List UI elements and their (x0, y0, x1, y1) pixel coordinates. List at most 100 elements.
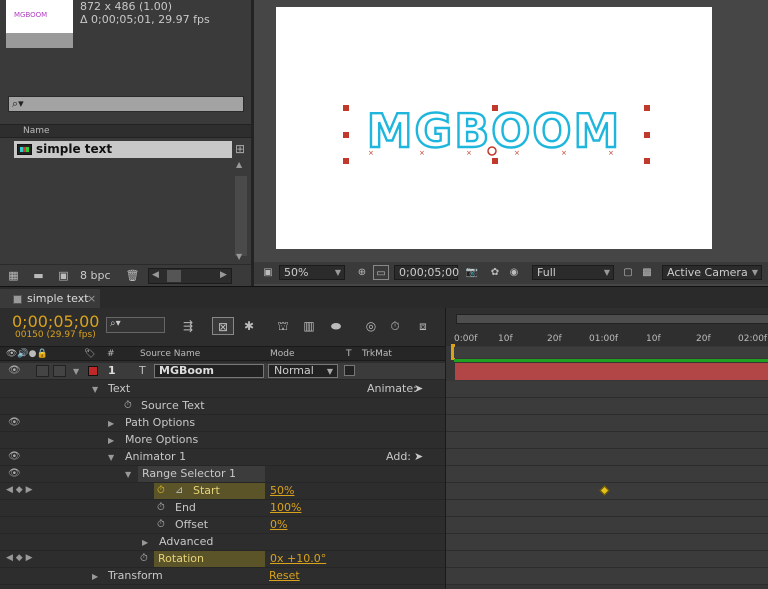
prop-row-end[interactable]: ⏱ End 100% (0, 500, 445, 517)
stopwatch-active-icon[interactable]: ⏱ (157, 485, 165, 496)
transform-reset-link[interactable]: Reset (269, 569, 300, 582)
timeline-search-input[interactable]: ⌕▾ (106, 317, 165, 333)
stopwatch-icon[interactable]: ⏱ (140, 553, 148, 564)
flowchart-icon[interactable]: ⊞ (235, 142, 249, 156)
brainstorm-icon[interactable]: ⬬ (325, 317, 347, 335)
time-ruler[interactable]: 0:00f 10f 20f 01:00f 10f 20f 02:00f (446, 308, 768, 360)
prop-row-path-options[interactable]: 👁 ▶ Path Options (0, 415, 445, 432)
stopwatch-icon[interactable]: ⏱ (124, 400, 132, 411)
trash-icon[interactable]: 🗑 (125, 270, 140, 282)
resolution-select[interactable]: Full ▼ (532, 265, 614, 280)
stopwatch-icon[interactable]: ⏱ (157, 502, 165, 513)
graph-icon[interactable]: ⊿ (175, 485, 183, 496)
project-item-composition[interactable]: simple text (14, 141, 232, 158)
prop-row-transform[interactable]: ▶ Transform Reset (0, 568, 445, 585)
expand-triangle-icon[interactable]: ▶ (142, 538, 148, 547)
prop-row-text[interactable]: ▼ Text Animate: ➤ (0, 381, 445, 398)
hide-shy-layers-icon[interactable]: ✱ (238, 317, 260, 335)
motion-blur-icon[interactable]: ▥ (298, 317, 320, 335)
stopwatch-icon[interactable]: ⏱ (157, 519, 165, 530)
draft-3d-icon[interactable]: ⊠ (212, 317, 234, 335)
blend-mode-select[interactable]: Normal ▼ (268, 364, 338, 378)
expand-triangle-icon[interactable]: ▼ (73, 367, 79, 376)
expand-triangle-icon[interactable]: ▼ (108, 453, 114, 462)
expand-triangle-icon[interactable]: ▼ (125, 470, 131, 479)
timeline-layer-panel: 0;00;05;00 00150 (29.97 fps) ⌕▾ ⇶ ⊠ ✱ ⛫ … (0, 308, 445, 589)
expand-triangle-icon[interactable]: ▶ (108, 436, 114, 445)
new-folder-icon[interactable]: ▬ (31, 270, 46, 282)
region-of-interest-icon[interactable]: ▢ (620, 265, 636, 280)
current-time-display[interactable]: 0;00;05;00 (394, 265, 459, 280)
close-icon[interactable]: × (87, 292, 96, 305)
prop-row-more-options[interactable]: ▶ More Options (0, 432, 445, 449)
eye-icon[interactable]: 👁 (8, 365, 21, 376)
interpret-footage-icon[interactable]: ▦ (6, 270, 21, 282)
transparency-grid-icon[interactable]: ▩ (639, 265, 655, 280)
layer-row-mgboom[interactable]: 👁 ▼ 1 T MGBoom Normal ▼ (0, 363, 445, 380)
timeline-current-time[interactable]: 0;00;05;00 (12, 312, 99, 331)
layer-duration-bar[interactable] (455, 363, 768, 380)
prop-end-value[interactable]: 100% (270, 501, 301, 514)
eye-icon[interactable]: 👁 (8, 468, 21, 479)
lock-toggle[interactable] (53, 365, 66, 377)
prop-row-start[interactable]: ◀ ◆ ▶ ⏱ ⊿ Start 50% (0, 483, 445, 500)
prop-row-offset[interactable]: ⏱ Offset 0% (0, 517, 445, 534)
play-circle-icon[interactable]: ➤ (414, 450, 423, 463)
time-navigator[interactable] (456, 314, 768, 324)
prop-rotation-value[interactable]: 0x +10.0° (270, 552, 326, 565)
scroll-left-icon[interactable]: ◀ (152, 270, 159, 280)
eye-icon[interactable]: 👁 (8, 451, 21, 462)
trkmat-box[interactable] (344, 365, 355, 376)
eye-icon[interactable]: 👁 (8, 417, 21, 428)
project-search-input[interactable]: ⌕▾ (8, 96, 244, 112)
prop-start-value[interactable]: 50% (270, 484, 294, 497)
prop-row-source-text[interactable]: ⏱ Source Text (0, 398, 445, 415)
text-layer-preview[interactable]: MGBOOM × × × × × × (276, 7, 712, 249)
scroll-track[interactable] (235, 176, 247, 256)
show-channel-icon[interactable]: ✿ (487, 265, 503, 280)
scroll-right-icon[interactable]: ▶ (220, 270, 227, 280)
expand-triangle-icon[interactable]: ▶ (108, 419, 114, 428)
play-circle-icon[interactable]: ➤ (414, 382, 423, 395)
frame-blending-icon[interactable]: ⛫ (272, 317, 294, 335)
always-preview-icon[interactable]: ▣ (260, 265, 276, 280)
layer-color-label[interactable] (88, 366, 98, 376)
layer-name-field[interactable]: MGBoom (154, 364, 264, 378)
bit-depth-button[interactable]: 8 bpc (80, 269, 111, 282)
column-mode[interactable]: Mode (270, 349, 295, 359)
project-scrollbar[interactable]: ⊞ ▲ ▼ (233, 140, 251, 264)
prop-row-range-selector[interactable]: 👁 ▼ Range Selector 1 (0, 466, 445, 483)
title-action-safe-icon[interactable]: ⊕ (354, 265, 370, 280)
prop-row-rotation[interactable]: ◀ ◆ ▶ ⏱ Rotation 0x +10.0° (0, 551, 445, 568)
work-area-bar[interactable] (454, 347, 768, 358)
stopwatch-icon[interactable]: ⏱ (384, 317, 406, 335)
new-composition-icon[interactable]: ▣ (56, 270, 71, 282)
live-update-icon[interactable]: ⧈ (412, 317, 434, 335)
keyframe-navigator-icon[interactable]: ◀ ◆ ▶ (6, 553, 33, 563)
magnification-select[interactable]: 50% ▼ (279, 265, 345, 280)
prop-offset-value[interactable]: 0% (270, 518, 287, 531)
expand-triangle-icon[interactable]: ▼ (92, 385, 98, 394)
scroll-up-icon[interactable]: ▲ (236, 160, 242, 169)
tab-simple-text[interactable]: simple text × (0, 289, 100, 309)
composition-canvas[interactable]: MGBOOM × × × × × × (276, 7, 712, 249)
composition-mini-flowchart-icon[interactable]: ⇶ (177, 317, 199, 335)
graph-editor-icon[interactable]: ◎ (360, 317, 382, 335)
camera-select[interactable]: Active Camera ▼ (662, 265, 762, 280)
column-source-name[interactable]: Source Name (140, 349, 200, 359)
toggle-mask-icon[interactable]: ▭ (373, 265, 389, 280)
keyframe-diamond[interactable] (599, 485, 610, 496)
rgb-channels-icon[interactable]: ◉ (506, 265, 522, 280)
add-menu-label[interactable]: Add: (386, 450, 411, 463)
snapshot-icon[interactable]: 📷 (464, 265, 480, 280)
prop-row-animator[interactable]: 👁 ▼ Animator 1 Add: ➤ (0, 449, 445, 466)
project-horizontal-scroll[interactable]: ◀ ▶ (148, 268, 232, 284)
solo-toggle[interactable] (36, 365, 49, 377)
column-trkmat[interactable]: TrkMat (362, 349, 392, 359)
prop-row-advanced[interactable]: ▶ Advanced (0, 534, 445, 551)
scroll-down-icon[interactable]: ▼ (236, 252, 242, 261)
animate-menu-label[interactable]: Animate: (367, 382, 417, 395)
scroll-thumb[interactable] (167, 270, 181, 282)
expand-triangle-icon[interactable]: ▶ (92, 572, 98, 581)
keyframe-navigator-icon[interactable]: ◀ ◆ ▶ (6, 485, 33, 495)
